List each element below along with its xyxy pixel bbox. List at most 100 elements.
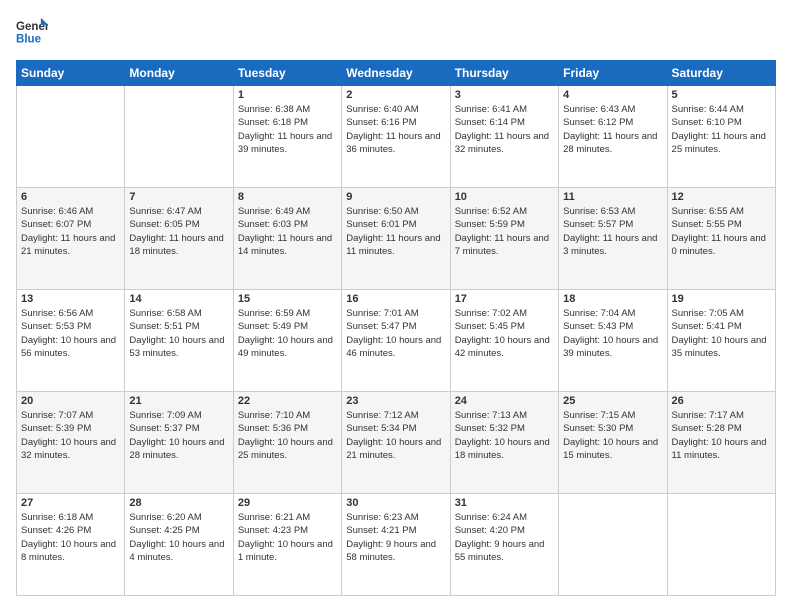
weekday-header-friday: Friday bbox=[559, 61, 667, 86]
calendar-cell: 28Sunrise: 6:20 AMSunset: 4:25 PMDayligh… bbox=[125, 494, 233, 596]
cell-info: Sunrise: 7:05 AMSunset: 5:41 PMDaylight:… bbox=[672, 307, 771, 360]
cell-info: Sunrise: 6:23 AMSunset: 4:21 PMDaylight:… bbox=[346, 511, 445, 564]
cell-info: Sunrise: 6:53 AMSunset: 5:57 PMDaylight:… bbox=[563, 205, 662, 258]
day-number: 13 bbox=[21, 293, 120, 305]
calendar-cell: 9 Sunrise: 6:50 AMSunset: 6:01 PMDaylight… bbox=[342, 188, 450, 290]
calendar-cell: 27 Sunrise: 6:18 AMSunset: 4:26 PMDayligh… bbox=[17, 494, 125, 596]
cell-info: Sunrise: 7:12 AMSunset: 5:34 PMDaylight:… bbox=[346, 409, 445, 462]
cell-info: Sunrise: 7:15 AMSunset: 5:30 PMDaylight:… bbox=[563, 409, 662, 462]
calendar-cell: 11 Sunrise: 6:53 AMSunset: 5:57 PMDayligh… bbox=[559, 188, 667, 290]
cell-info: Sunrise: 6:38 AMSunset: 6:18 PMDaylight:… bbox=[238, 103, 337, 156]
day-number: 28 bbox=[129, 497, 228, 509]
cell-info: Sunrise: 6:50 AMSunset: 6:01 PMDaylight:… bbox=[346, 205, 445, 258]
day-number: 20 bbox=[21, 395, 120, 407]
day-number: 7 bbox=[129, 191, 228, 203]
day-number: 16 bbox=[346, 293, 445, 305]
calendar-cell: 12Sunrise: 6:55 AMSunset: 5:55 PMDayligh… bbox=[667, 188, 775, 290]
cell-info: Sunrise: 6:47 AMSunset: 6:05 PMDaylight:… bbox=[129, 205, 228, 258]
day-number: 24 bbox=[455, 395, 554, 407]
calendar-cell bbox=[17, 86, 125, 188]
day-number: 10 bbox=[455, 191, 554, 203]
calendar-cell: 8 Sunrise: 6:49 AMSunset: 6:03 PMDaylight… bbox=[233, 188, 341, 290]
header: General Blue bbox=[16, 16, 776, 48]
calendar-cell: 6 Sunrise: 6:46 AMSunset: 6:07 PMDaylight… bbox=[17, 188, 125, 290]
week-row-3: 20 Sunrise: 7:07 AMSunset: 5:39 PMDayligh… bbox=[17, 392, 776, 494]
calendar-table: SundayMondayTuesdayWednesdayThursdayFrid… bbox=[16, 60, 776, 596]
day-number: 15 bbox=[238, 293, 337, 305]
cell-info: Sunrise: 6:56 AMSunset: 5:53 PMDaylight:… bbox=[21, 307, 120, 360]
weekday-header-wednesday: Wednesday bbox=[342, 61, 450, 86]
calendar-cell: 4 Sunrise: 6:43 AMSunset: 6:12 PMDaylight… bbox=[559, 86, 667, 188]
cell-info: Sunrise: 6:43 AMSunset: 6:12 PMDaylight:… bbox=[563, 103, 662, 156]
weekday-header-saturday: Saturday bbox=[667, 61, 775, 86]
calendar-cell: 26 Sunrise: 7:17 AMSunset: 5:28 PMDayligh… bbox=[667, 392, 775, 494]
day-number: 4 bbox=[563, 89, 662, 101]
cell-info: Sunrise: 6:41 AMSunset: 6:14 PMDaylight:… bbox=[455, 103, 554, 156]
week-row-4: 27 Sunrise: 6:18 AMSunset: 4:26 PMDayligh… bbox=[17, 494, 776, 596]
calendar-cell: 24 Sunrise: 7:13 AMSunset: 5:32 PMDayligh… bbox=[450, 392, 558, 494]
week-row-2: 13 Sunrise: 6:56 AMSunset: 5:53 PMDayligh… bbox=[17, 290, 776, 392]
day-number: 11 bbox=[563, 191, 662, 203]
weekday-header-thursday: Thursday bbox=[450, 61, 558, 86]
calendar-cell: 22 Sunrise: 7:10 AMSunset: 5:36 PMDayligh… bbox=[233, 392, 341, 494]
cell-info: Sunrise: 7:17 AMSunset: 5:28 PMDaylight:… bbox=[672, 409, 771, 462]
day-number: 25 bbox=[563, 395, 662, 407]
day-number: 22 bbox=[238, 395, 337, 407]
day-number: 18 bbox=[563, 293, 662, 305]
logo: General Blue bbox=[16, 16, 48, 48]
cell-info: Sunrise: 7:04 AMSunset: 5:43 PMDaylight:… bbox=[563, 307, 662, 360]
day-number: 19 bbox=[672, 293, 771, 305]
day-number: 1 bbox=[238, 89, 337, 101]
week-row-1: 6 Sunrise: 6:46 AMSunset: 6:07 PMDaylight… bbox=[17, 188, 776, 290]
calendar-cell: 3Sunrise: 6:41 AMSunset: 6:14 PMDaylight… bbox=[450, 86, 558, 188]
cell-info: Sunrise: 6:40 AMSunset: 6:16 PMDaylight:… bbox=[346, 103, 445, 156]
calendar-cell: 29Sunrise: 6:21 AMSunset: 4:23 PMDayligh… bbox=[233, 494, 341, 596]
page: General Blue SundayMondayTuesdayWednesda… bbox=[0, 0, 792, 612]
cell-info: Sunrise: 6:18 AMSunset: 4:26 PMDaylight:… bbox=[21, 511, 120, 564]
weekday-header-sunday: Sunday bbox=[17, 61, 125, 86]
day-number: 6 bbox=[21, 191, 120, 203]
day-number: 30 bbox=[346, 497, 445, 509]
cell-info: Sunrise: 7:10 AMSunset: 5:36 PMDaylight:… bbox=[238, 409, 337, 462]
week-row-0: 1 Sunrise: 6:38 AMSunset: 6:18 PMDaylight… bbox=[17, 86, 776, 188]
cell-info: Sunrise: 6:55 AMSunset: 5:55 PMDaylight:… bbox=[672, 205, 771, 258]
day-number: 26 bbox=[672, 395, 771, 407]
cell-info: Sunrise: 6:49 AMSunset: 6:03 PMDaylight:… bbox=[238, 205, 337, 258]
calendar-cell: 14Sunrise: 6:58 AMSunset: 5:51 PMDayligh… bbox=[125, 290, 233, 392]
calendar-cell: 20 Sunrise: 7:07 AMSunset: 5:39 PMDayligh… bbox=[17, 392, 125, 494]
day-number: 8 bbox=[238, 191, 337, 203]
day-number: 14 bbox=[129, 293, 228, 305]
calendar-cell: 30 Sunrise: 6:23 AMSunset: 4:21 PMDayligh… bbox=[342, 494, 450, 596]
cell-info: Sunrise: 7:02 AMSunset: 5:45 PMDaylight:… bbox=[455, 307, 554, 360]
calendar-cell: 21 Sunrise: 7:09 AMSunset: 5:37 PMDayligh… bbox=[125, 392, 233, 494]
day-number: 23 bbox=[346, 395, 445, 407]
calendar-cell bbox=[125, 86, 233, 188]
day-number: 9 bbox=[346, 191, 445, 203]
day-number: 17 bbox=[455, 293, 554, 305]
weekday-header-row: SundayMondayTuesdayWednesdayThursdayFrid… bbox=[17, 61, 776, 86]
calendar-cell: 13 Sunrise: 6:56 AMSunset: 5:53 PMDayligh… bbox=[17, 290, 125, 392]
day-number: 21 bbox=[129, 395, 228, 407]
calendar-cell: 18 Sunrise: 7:04 AMSunset: 5:43 PMDayligh… bbox=[559, 290, 667, 392]
cell-info: Sunrise: 7:01 AMSunset: 5:47 PMDaylight:… bbox=[346, 307, 445, 360]
cell-info: Sunrise: 6:24 AMSunset: 4:20 PMDaylight:… bbox=[455, 511, 554, 564]
calendar-cell bbox=[559, 494, 667, 596]
calendar-cell: 7 Sunrise: 6:47 AMSunset: 6:05 PMDaylight… bbox=[125, 188, 233, 290]
cell-info: Sunrise: 6:44 AMSunset: 6:10 PMDaylight:… bbox=[672, 103, 771, 156]
cell-info: Sunrise: 7:13 AMSunset: 5:32 PMDaylight:… bbox=[455, 409, 554, 462]
calendar-cell: 1 Sunrise: 6:38 AMSunset: 6:18 PMDaylight… bbox=[233, 86, 341, 188]
calendar-cell: 16 Sunrise: 7:01 AMSunset: 5:47 PMDayligh… bbox=[342, 290, 450, 392]
calendar-cell: 17 Sunrise: 7:02 AMSunset: 5:45 PMDayligh… bbox=[450, 290, 558, 392]
calendar-cell: 19 Sunrise: 7:05 AMSunset: 5:41 PMDayligh… bbox=[667, 290, 775, 392]
weekday-header-tuesday: Tuesday bbox=[233, 61, 341, 86]
cell-info: Sunrise: 6:46 AMSunset: 6:07 PMDaylight:… bbox=[21, 205, 120, 258]
weekday-header-monday: Monday bbox=[125, 61, 233, 86]
cell-info: Sunrise: 7:07 AMSunset: 5:39 PMDaylight:… bbox=[21, 409, 120, 462]
cell-info: Sunrise: 7:09 AMSunset: 5:37 PMDaylight:… bbox=[129, 409, 228, 462]
cell-info: Sunrise: 6:59 AMSunset: 5:49 PMDaylight:… bbox=[238, 307, 337, 360]
day-number: 27 bbox=[21, 497, 120, 509]
calendar-cell: 2 Sunrise: 6:40 AMSunset: 6:16 PMDaylight… bbox=[342, 86, 450, 188]
day-number: 2 bbox=[346, 89, 445, 101]
calendar-cell: 10Sunrise: 6:52 AMSunset: 5:59 PMDayligh… bbox=[450, 188, 558, 290]
calendar-cell: 25 Sunrise: 7:15 AMSunset: 5:30 PMDayligh… bbox=[559, 392, 667, 494]
